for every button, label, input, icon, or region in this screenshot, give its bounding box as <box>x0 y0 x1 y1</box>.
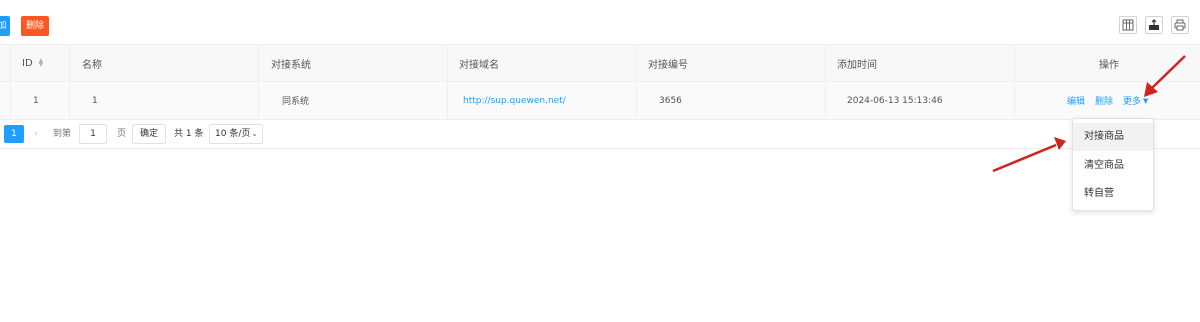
header-actions: 操作 <box>1099 59 1119 71</box>
more-dropdown-menu: 对接商品 清空商品 转自营 <box>1072 118 1154 211</box>
add-button[interactable]: 加 <box>0 16 10 36</box>
page-current[interactable]: 1 <box>4 125 24 143</box>
dropdown-item-clear-products[interactable]: 清空商品 <box>1073 152 1153 180</box>
toolbar: 加 删除 <box>0 0 1200 44</box>
chevron-down-icon: ⌄ <box>251 129 258 138</box>
header-code: 对接编号 <box>648 59 688 71</box>
table-header: ID ▲ ▼ 名称 对接系统 对接域名 对接编号 添加时间 操作 <box>0 44 1200 82</box>
cell-time: 2024-06-13 15:13:46 <box>847 95 943 106</box>
header-domain: 对接域名 <box>459 59 499 71</box>
header-id[interactable]: ID ▲ ▼ <box>22 45 43 81</box>
columns-icon[interactable] <box>1119 16 1137 34</box>
cell-code: 3656 <box>659 95 682 106</box>
more-dropdown[interactable]: 更多 ▼ <box>1123 82 1148 119</box>
column-divider <box>1014 44 1015 120</box>
sort-icon[interactable]: ▲ ▼ <box>39 58 44 68</box>
column-divider <box>825 44 826 120</box>
column-divider <box>69 44 70 120</box>
confirm-button[interactable]: 确定 <box>132 124 166 144</box>
column-divider <box>258 44 259 120</box>
delete-link[interactable]: 删除 <box>1095 82 1113 119</box>
page-size-select[interactable]: 10 条/页 ⌄ <box>209 124 263 144</box>
divider <box>0 148 1200 149</box>
table-row: 1 1 同系统 http://sup.quewen.net/ 3656 2024… <box>0 82 1200 120</box>
cell-system: 同系统 <box>282 97 310 107</box>
column-divider <box>447 44 448 120</box>
header-system: 对接系统 <box>271 59 311 71</box>
pagination: 1 › 到第 1 页 确定 共 1 条 10 条/页 ⌄ <box>0 123 1200 145</box>
dropdown-item-self-operated[interactable]: 转自营 <box>1073 180 1153 208</box>
page-unit-label: 页 <box>117 129 127 139</box>
cell-domain-link[interactable]: http://sup.quewen.net/ <box>463 82 566 119</box>
next-page-icon[interactable]: › <box>34 125 38 143</box>
export-icon[interactable] <box>1145 16 1163 34</box>
cell-id: 1 <box>33 95 39 106</box>
cell-name: 1 <box>92 95 98 106</box>
delete-button[interactable]: 删除 <box>21 16 49 36</box>
column-divider <box>636 44 637 120</box>
print-icon[interactable] <box>1171 16 1189 34</box>
page-input[interactable]: 1 <box>79 124 107 144</box>
header-time: 添加时间 <box>837 59 877 71</box>
more-label: 更多 <box>1123 97 1142 107</box>
edit-link[interactable]: 编辑 <box>1067 82 1085 119</box>
column-divider <box>10 44 11 120</box>
header-name: 名称 <box>82 59 102 71</box>
caret-down-icon: ▼ <box>1143 96 1149 105</box>
dropdown-item-dock-products[interactable]: 对接商品 <box>1073 123 1153 151</box>
total-count: 共 1 条 <box>174 129 204 139</box>
goto-label: 到第 <box>53 129 72 139</box>
